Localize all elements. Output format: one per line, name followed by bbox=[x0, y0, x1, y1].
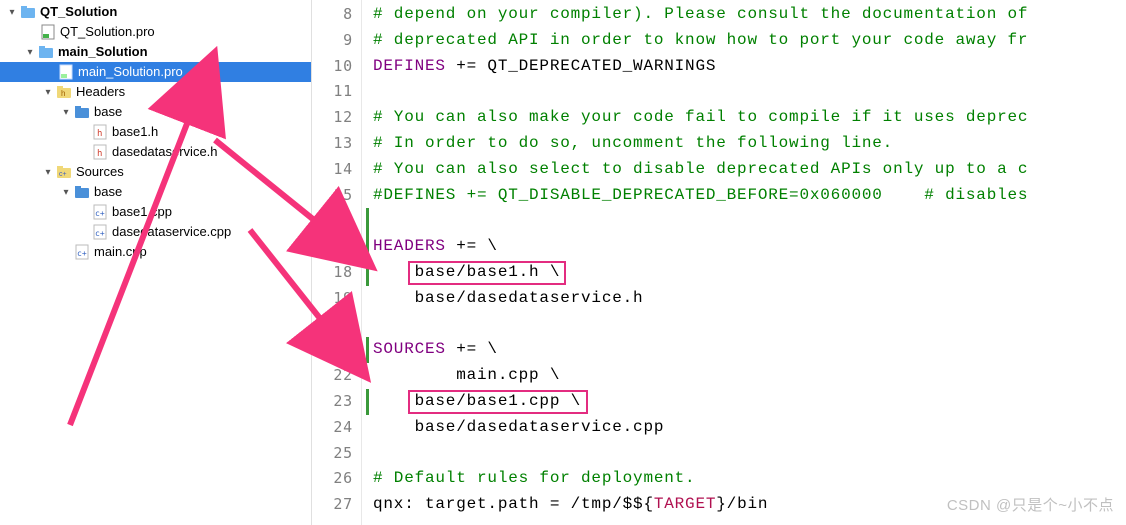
folder-icon bbox=[74, 184, 90, 200]
tree-file-c1[interactable]: c+ base1.cpp bbox=[0, 202, 311, 222]
line-number: 14 bbox=[312, 157, 361, 183]
line-number: 24 bbox=[312, 415, 361, 441]
chevron-down-icon: ▾ bbox=[42, 86, 54, 98]
folder-icon bbox=[74, 104, 90, 120]
tree-label: base1.h bbox=[112, 122, 158, 142]
tree-label: main_Solution.pro bbox=[78, 62, 183, 82]
tree-main-pro[interactable]: main_Solution.pro bbox=[0, 62, 311, 82]
tree-label: main.cpp bbox=[94, 242, 147, 262]
folder-headers-icon: h bbox=[56, 84, 72, 100]
header-file-icon: h bbox=[92, 124, 108, 140]
tree-label: dasedataservice.h bbox=[112, 142, 218, 162]
line-number: 15 bbox=[312, 183, 361, 209]
code-text: HEADERS bbox=[373, 237, 446, 255]
code-text: # You can also make your code fail to co… bbox=[373, 108, 1028, 126]
code-text: #DEFINES += QT_DISABLE_DEPRECATED_BEFORE… bbox=[373, 186, 1028, 204]
chevron-down-icon: ▾ bbox=[24, 46, 36, 58]
tree-qt-pro[interactable]: QT_Solution.pro bbox=[0, 22, 311, 42]
code-text: # Default rules for deployment. bbox=[373, 469, 695, 487]
tree-file-c3[interactable]: c+ main.cpp bbox=[0, 242, 311, 262]
tree-root[interactable]: ▾ QT_Solution bbox=[0, 2, 311, 22]
tree-file-h2[interactable]: h dasedataservice.h bbox=[0, 142, 311, 162]
line-number: 25 bbox=[312, 441, 361, 467]
svg-text:c+: c+ bbox=[95, 229, 105, 238]
svg-text:c+: c+ bbox=[95, 209, 105, 218]
folder-project-icon bbox=[38, 44, 54, 60]
line-number: 26 bbox=[312, 466, 361, 492]
code-text: += \ bbox=[446, 237, 498, 255]
cpp-file-icon: c+ bbox=[74, 244, 90, 260]
tree-headers-base[interactable]: ▾ base bbox=[0, 102, 311, 122]
chevron-down-icon: ▾ bbox=[60, 186, 72, 198]
line-number: 13 bbox=[312, 131, 361, 157]
pro-file-icon bbox=[40, 24, 56, 40]
line-number: 22 bbox=[312, 363, 361, 389]
line-number: 17 bbox=[312, 234, 361, 260]
folder-project-icon bbox=[20, 4, 36, 20]
code-text: main.cpp \ bbox=[373, 366, 560, 384]
code-text: # deprecated API in order to know how to… bbox=[373, 31, 1028, 49]
tree-main-solution[interactable]: ▾ main_Solution bbox=[0, 42, 311, 62]
svg-text:h: h bbox=[61, 89, 65, 98]
project-tree[interactable]: ▾ QT_Solution QT_Solution.pro ▾ main_Sol… bbox=[0, 0, 312, 525]
header-file-icon: h bbox=[92, 144, 108, 160]
code-text: # In order to do so, uncomment the follo… bbox=[373, 134, 893, 152]
watermark-text: CSDN @只是个~小不点 bbox=[947, 494, 1114, 515]
code-text: TARGET bbox=[654, 495, 716, 513]
code-text: base/base1.cpp \ bbox=[373, 392, 581, 410]
code-text: }/bin bbox=[716, 495, 768, 513]
tree-label: base1.cpp bbox=[112, 202, 172, 222]
chevron-down-icon: ▾ bbox=[6, 6, 18, 18]
code-text: base/base1.h \ bbox=[373, 263, 560, 281]
code-editor[interactable]: 89101112131415161718192021222324252627 #… bbox=[312, 0, 1126, 525]
code-text: += \ bbox=[446, 340, 498, 358]
tree-label: main_Solution bbox=[58, 42, 148, 62]
line-number: 18 bbox=[312, 260, 361, 286]
line-number: 16 bbox=[312, 208, 361, 234]
code-text: SOURCES bbox=[373, 340, 446, 358]
svg-text:h: h bbox=[97, 129, 102, 139]
tree-sources[interactable]: ▾ c+ Sources bbox=[0, 162, 311, 182]
line-number: 27 bbox=[312, 492, 361, 518]
line-number: 10 bbox=[312, 54, 361, 80]
code-text: # depend on your compiler). Please consu… bbox=[373, 5, 1028, 23]
code-text: base/dasedataservice.cpp bbox=[373, 418, 664, 436]
tree-headers[interactable]: ▾ h Headers bbox=[0, 82, 311, 102]
tree-label: Headers bbox=[76, 82, 125, 102]
line-number: 23 bbox=[312, 389, 361, 415]
code-text: DEFINES bbox=[373, 57, 446, 75]
tree-file-h1[interactable]: h base1.h bbox=[0, 122, 311, 142]
code-text: qnx: target.path = /tmp/$${ bbox=[373, 495, 654, 513]
tree-label: QT_Solution bbox=[40, 2, 117, 22]
svg-text:c+: c+ bbox=[77, 249, 87, 258]
code-text: base/dasedataservice.h bbox=[373, 289, 643, 307]
line-number: 20 bbox=[312, 312, 361, 338]
line-number: 9 bbox=[312, 28, 361, 54]
tree-file-c2[interactable]: c+ dasedataservice.cpp bbox=[0, 222, 311, 242]
tree-label: Sources bbox=[76, 162, 124, 182]
svg-text:h: h bbox=[97, 149, 102, 159]
line-number: 19 bbox=[312, 286, 361, 312]
line-number: 21 bbox=[312, 337, 361, 363]
pro-file-icon bbox=[58, 64, 74, 80]
chevron-down-icon: ▾ bbox=[60, 106, 72, 118]
line-number: 11 bbox=[312, 79, 361, 105]
tree-label: base bbox=[94, 102, 122, 122]
svg-text:c+: c+ bbox=[59, 171, 67, 178]
chevron-down-icon: ▾ bbox=[42, 166, 54, 178]
line-number: 12 bbox=[312, 105, 361, 131]
folder-sources-icon: c+ bbox=[56, 164, 72, 180]
line-number: 8 bbox=[312, 2, 361, 28]
code-text: += QT_DEPRECATED_WARNINGS bbox=[446, 57, 716, 75]
cpp-file-icon: c+ bbox=[92, 204, 108, 220]
code-area[interactable]: # depend on your compiler). Please consu… bbox=[362, 0, 1126, 525]
line-number-gutter: 89101112131415161718192021222324252627 bbox=[312, 0, 362, 525]
tree-label: QT_Solution.pro bbox=[60, 22, 155, 42]
tree-sources-base[interactable]: ▾ base bbox=[0, 182, 311, 202]
code-text: # You can also select to disable depreca… bbox=[373, 160, 1028, 178]
cpp-file-icon: c+ bbox=[92, 224, 108, 240]
tree-label: dasedataservice.cpp bbox=[112, 222, 231, 242]
tree-label: base bbox=[94, 182, 122, 202]
